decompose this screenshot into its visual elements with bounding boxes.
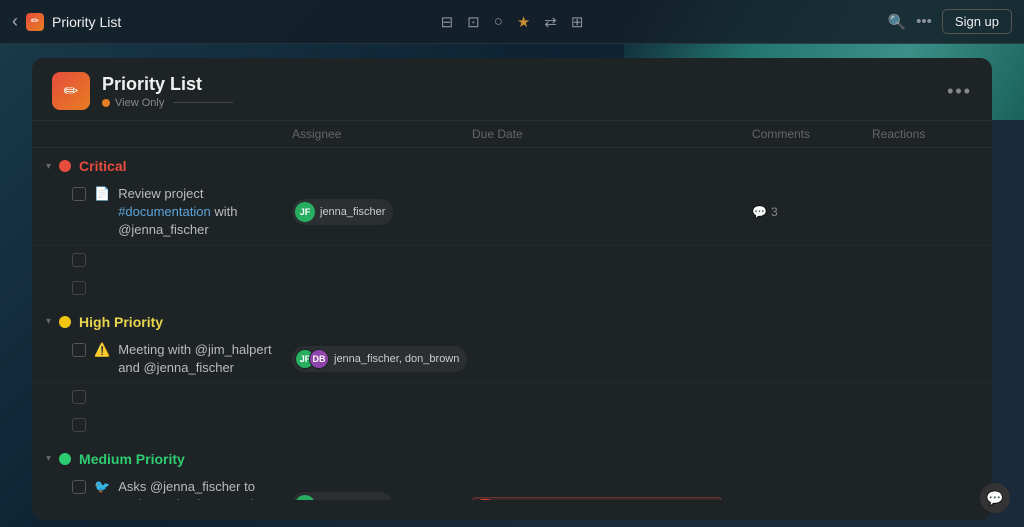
col-due-date: Due Date	[472, 127, 752, 141]
due-date-chip: 📅 Jun 26, 2022, 11:00 PM - Jun 29, 2022,…	[472, 497, 722, 500]
empty-row	[32, 383, 992, 411]
assignee-name: jenna_fischer	[320, 206, 385, 218]
task-name-cell: 📄 Review project #documentation with @je…	[72, 185, 292, 240]
board-title: Priority List	[102, 74, 935, 95]
critical-dot	[59, 160, 71, 172]
chat-button[interactable]: 💬	[980, 483, 1010, 513]
main-container: ✏ Priority List View Only ••• Assignee D…	[32, 58, 992, 520]
board-title-area: Priority List View Only	[102, 74, 935, 109]
signup-button[interactable]: Sign up	[942, 9, 1012, 34]
task-checkbox[interactable]	[72, 343, 86, 357]
col-reactions: Reactions	[872, 127, 972, 141]
group-critical-header[interactable]: ▾ Critical	[32, 148, 992, 180]
empty-checkbox[interactable]	[72, 281, 86, 295]
medium-priority-dot	[59, 453, 71, 465]
task-bird-icon: 🐦	[94, 478, 110, 496]
view-only-line	[173, 102, 233, 103]
task-text: Meeting with @jim_halpert and @jenna_fis…	[118, 341, 292, 377]
high-priority-dot	[59, 316, 71, 328]
assignee-chip: JF DB jenna_fischer, don_brown	[292, 346, 467, 372]
empty-checkbox[interactable]	[72, 418, 86, 432]
share-icon[interactable]: ⇄	[544, 13, 557, 31]
content-area: ▾ Critical 📄 Review project #documentati…	[32, 148, 992, 500]
group-medium-priority-header[interactable]: ▾ Medium Priority	[32, 441, 992, 473]
task-checkbox[interactable]	[72, 480, 86, 494]
comment-icon: 💬	[752, 205, 767, 219]
board-icon: ✏	[52, 72, 90, 110]
layout-icon-3[interactable]: ○	[494, 13, 503, 30]
avatar-group: JF DB	[295, 349, 329, 369]
task-name-cell: 🐦 Asks @jenna_fischer to assign action i…	[72, 478, 292, 500]
grid-icon[interactable]: ⊞	[571, 13, 584, 31]
avatar: JF	[295, 202, 315, 222]
avatar-don: DB	[309, 349, 329, 369]
topbar-left: ‹ ✏ Priority List	[12, 11, 441, 32]
task-text: Review project #documentation with @jenn…	[118, 185, 292, 240]
comment-count: 3	[771, 205, 778, 219]
page-icon: ✏	[26, 13, 44, 31]
board-header: ✏ Priority List View Only •••	[32, 58, 992, 121]
col-assignee: Assignee	[292, 127, 472, 141]
group-medium-priority: ▾ Medium Priority 🐦 Asks @jenna_fischer …	[32, 441, 992, 500]
empty-row	[32, 274, 992, 302]
page-title: Priority List	[52, 14, 121, 30]
assignee-cell: JF DB jenna_fischer, don_brown	[292, 346, 472, 372]
col-task	[52, 127, 292, 141]
table-row: ⚠️ Meeting with @jim_halpert and @jenna_…	[32, 336, 992, 383]
collapse-high-icon[interactable]: ▾	[46, 316, 51, 327]
board-menu-button[interactable]: •••	[947, 81, 972, 102]
collapse-critical-icon[interactable]: ▾	[46, 161, 51, 172]
avatar: JF	[295, 495, 315, 500]
group-critical: ▾ Critical 📄 Review project #documentati…	[32, 148, 992, 302]
task-text: Asks @jenna_fischer to assign action ite…	[118, 478, 292, 500]
assignee-name: jenna_fischer, don_brown	[334, 353, 459, 365]
task-doc-icon: 📄	[94, 185, 110, 203]
assignee-cell: JF jenna_fischer	[292, 199, 472, 225]
star-icon[interactable]: ★	[517, 13, 530, 31]
collapse-medium-icon[interactable]: ▾	[46, 453, 51, 464]
empty-checkbox[interactable]	[72, 253, 86, 267]
topbar-right: 🔍 ••• Sign up	[583, 9, 1012, 34]
view-only-label: View Only	[115, 97, 164, 109]
task-name-cell: ⚠️ Meeting with @jim_halpert and @jenna_…	[72, 341, 292, 377]
empty-checkbox[interactable]	[72, 390, 86, 404]
back-button[interactable]: ‹	[12, 11, 18, 32]
critical-title: Critical	[79, 158, 126, 174]
empty-row	[32, 411, 992, 439]
table-row: 📄 Review project #documentation with @je…	[32, 180, 992, 246]
layout-icon-2[interactable]: ⊡	[467, 13, 480, 31]
more-icon[interactable]: •••	[916, 13, 932, 30]
due-date-cell: 📅 Jun 26, 2022, 11:00 PM - Jun 29, 2022,…	[472, 497, 752, 500]
task-link[interactable]: #documentation	[118, 204, 211, 219]
group-high-priority-header[interactable]: ▾ High Priority	[32, 304, 992, 336]
task-checkbox[interactable]	[72, 187, 86, 201]
table-header: Assignee Due Date Comments Reactions	[32, 121, 992, 148]
medium-priority-title: Medium Priority	[79, 451, 185, 467]
high-priority-title: High Priority	[79, 314, 163, 330]
assignee-name: jenna_fischer	[320, 499, 385, 500]
assignee-chip: JF jenna_fischer	[292, 492, 393, 500]
topbar: ‹ ✏ Priority List ⊟ ⊡ ○ ★ ⇄ ⊞ 🔍 ••• Sign…	[0, 0, 1024, 44]
assignee-cell: JF jenna_fischer	[292, 492, 472, 500]
empty-row	[32, 246, 992, 274]
assignee-chip: JF jenna_fischer	[292, 199, 393, 225]
view-only-dot	[102, 99, 110, 107]
col-comments: Comments	[752, 127, 872, 141]
comments-cell: 💬 3	[752, 205, 872, 219]
group-high-priority: ▾ High Priority ⚠️ Meeting with @jim_hal…	[32, 304, 992, 439]
table-row: 🐦 Asks @jenna_fischer to assign action i…	[32, 473, 992, 500]
search-icon[interactable]: 🔍	[887, 13, 906, 31]
layout-icon-1[interactable]: ⊟	[441, 13, 454, 31]
board-subtitle: View Only	[102, 97, 935, 109]
task-warning-icon: ⚠️	[94, 341, 110, 359]
topbar-center: ⊟ ⊡ ○ ★ ⇄ ⊞	[441, 13, 584, 31]
